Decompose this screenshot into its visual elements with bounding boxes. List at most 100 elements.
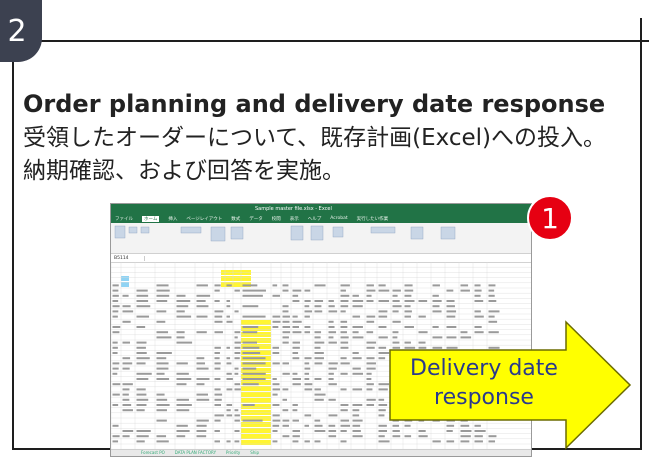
cell-text (234, 341, 241, 344)
cell-text (196, 357, 205, 360)
menu-item[interactable]: ホーム (142, 215, 160, 222)
name-box[interactable]: B5114 (114, 255, 145, 261)
highlighted-cell (241, 392, 271, 397)
cell-text (404, 300, 415, 302)
cell-text (340, 430, 347, 432)
cell-text (366, 372, 372, 375)
cell-text (226, 320, 233, 323)
cell-text (156, 367, 169, 370)
cell-text (242, 367, 257, 370)
cell-text (304, 331, 311, 334)
cell-text (136, 305, 151, 308)
sheet-tab[interactable]: Ship (250, 450, 259, 456)
cell-text (352, 419, 363, 422)
cell-text (112, 346, 118, 349)
menu-item[interactable]: 表示 (290, 216, 299, 222)
cell-text (488, 310, 500, 313)
cell-text (214, 440, 220, 443)
cell-text (272, 320, 281, 323)
cell-text (242, 305, 259, 308)
sheet-tab[interactable]: Priority (226, 450, 240, 456)
cell-text (272, 383, 280, 386)
cell-text (214, 331, 223, 334)
cell-text (352, 435, 363, 438)
cell-text (156, 393, 165, 396)
cell-text (136, 398, 149, 401)
cell-text (122, 393, 129, 396)
cell-text (272, 424, 280, 427)
cell-text (328, 310, 338, 313)
cell-text (460, 289, 470, 292)
cell-text (122, 388, 130, 391)
cell-text (340, 310, 346, 313)
menu-item[interactable]: ファイル (115, 216, 133, 222)
menu-item[interactable]: データ (249, 216, 263, 222)
cell-text (112, 367, 119, 370)
cell-text (282, 315, 290, 318)
menu-item[interactable]: 校閲 (272, 216, 281, 222)
cell-text (404, 294, 412, 297)
cell-text (226, 378, 233, 380)
excel-window-title: Sample master file.xlsx - Excel (255, 206, 332, 212)
cell-text (314, 419, 321, 422)
menu-item[interactable]: ページレイアウト (186, 216, 222, 222)
cell-text (136, 372, 152, 375)
cell-text (242, 383, 259, 386)
cell-text (292, 289, 302, 292)
delivery-response-arrow: Delivery date response (388, 320, 633, 450)
section-title: Order planning and delivery date respons… (23, 90, 606, 118)
cell-text (176, 409, 190, 412)
cell-text (156, 372, 165, 375)
cell-text (314, 398, 324, 401)
menu-item[interactable]: 実行したい作業 (357, 216, 389, 222)
cell-text (122, 310, 134, 313)
cell-text (340, 440, 347, 443)
cell-text (352, 367, 361, 370)
cell-text (234, 440, 240, 443)
cell-text (136, 404, 147, 406)
menu-item[interactable]: 挿入 (168, 216, 177, 222)
cell-text (282, 305, 289, 308)
cell-text (352, 424, 361, 427)
cell-text (196, 419, 209, 422)
cell-text (122, 430, 134, 432)
menu-item[interactable]: 数式 (231, 216, 240, 222)
cell-text (196, 393, 208, 396)
cell-text (234, 430, 240, 432)
cell-text (352, 357, 362, 360)
cell-text (214, 320, 223, 323)
cell-text (304, 315, 310, 318)
cell-text (474, 284, 481, 287)
cell-text (242, 326, 259, 328)
cell-text (226, 357, 231, 360)
cell-text (176, 424, 188, 427)
cell-text (282, 362, 289, 365)
cell-text (214, 310, 224, 313)
cell-text (378, 435, 385, 438)
menu-item[interactable]: Acrobat (330, 216, 347, 221)
cell-text (366, 341, 377, 344)
cell-text (304, 367, 311, 370)
cell-text (304, 326, 311, 328)
cell-text (176, 341, 193, 344)
highlighted-cell (241, 410, 271, 415)
cell-text (156, 378, 170, 380)
cell-text (136, 300, 149, 302)
cell-text (304, 388, 313, 391)
cell-text (242, 289, 266, 292)
menu-item[interactable]: ヘルプ (308, 216, 322, 222)
cell-text (352, 414, 360, 417)
cell-text (292, 440, 299, 443)
cell-text (378, 284, 386, 287)
cell-text (122, 305, 131, 308)
cell-text (136, 440, 145, 443)
cell-text (446, 289, 454, 292)
cell-text (328, 398, 336, 401)
sheet-tab[interactable]: DATA PLAN FACTORY (175, 450, 216, 456)
cell-text (234, 372, 239, 375)
cell-text (112, 310, 119, 313)
cell-text (122, 398, 130, 401)
cell-text (176, 294, 186, 297)
sheet-tab[interactable]: Forecast PO (141, 450, 165, 456)
cell-text (340, 294, 350, 297)
